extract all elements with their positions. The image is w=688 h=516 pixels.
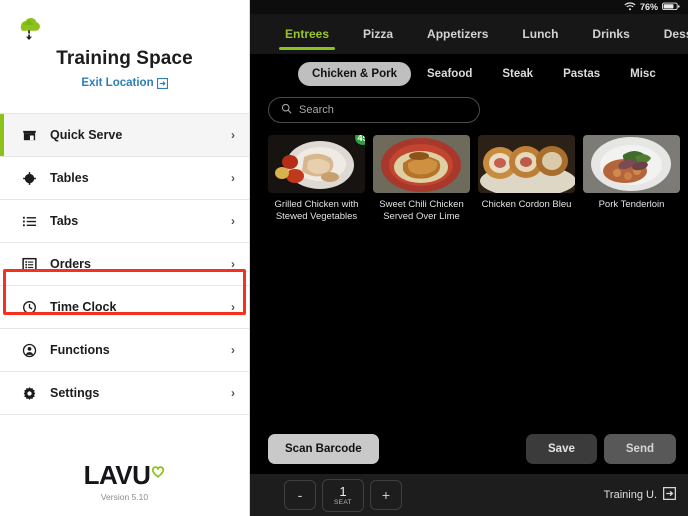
sidebar-item-time-clock[interactable]: Time Clock › — [0, 286, 249, 329]
user-logout-button[interactable]: Training U. — [604, 487, 676, 503]
sidebar-item-functions[interactable]: Functions › — [0, 329, 249, 372]
subtab-label: Seafood — [427, 68, 473, 80]
battery-percent-label: 76% — [639, 2, 658, 12]
order-action-bar: Scan Barcode Save Send — [250, 424, 688, 474]
sidebar-menu: Quick Serve › Tables › Tabs › Orders › T… — [0, 113, 249, 415]
heart-icon — [151, 454, 165, 485]
product-name: Pork Tenderloin — [598, 199, 665, 210]
seat-label: SEAT — [333, 498, 353, 506]
sidebar-item-settings[interactable]: Settings › — [0, 372, 249, 415]
subtab-label: Chicken & Pork — [312, 68, 397, 80]
product-card[interactable]: Chicken Cordon Bleu — [478, 135, 575, 223]
brand-name: LAVU — [83, 460, 151, 490]
sidebar-item-tabs[interactable]: Tabs › — [0, 200, 249, 243]
product-thumbnail — [373, 135, 470, 193]
seat-number: 1 — [339, 483, 347, 499]
send-button[interactable]: Send — [603, 434, 676, 464]
product-card[interactable]: Sweet Chili Chicken Served Over Lime — [373, 135, 470, 223]
pos-main-panel: 76% Entrees Pizza Appetizers Lunch Drink… — [250, 0, 688, 516]
subtab-pastas[interactable]: Pastas — [549, 62, 614, 86]
tab-label: Lunch — [522, 27, 559, 41]
user-name-label: Training U. — [603, 489, 657, 501]
sidebar-item-label: Tabs — [50, 214, 79, 228]
storefront-icon — [18, 128, 40, 143]
seat-count-display[interactable]: 1 SEAT — [322, 478, 364, 512]
exit-arrow-icon — [156, 77, 168, 89]
subtab-chicken-and-pork[interactable]: Chicken & Pork — [298, 62, 411, 86]
tab-lunch[interactable]: Lunch — [505, 14, 575, 54]
tab-entrees[interactable]: Entrees — [268, 14, 346, 54]
seat-footer-bar: - 1 SEAT + Training U. — [250, 474, 688, 516]
sidebar-item-label: Time Clock — [50, 300, 117, 314]
seat-increment-button[interactable]: + — [370, 480, 402, 510]
product-name: Chicken Cordon Bleu — [481, 199, 572, 210]
chevron-right-icon: › — [231, 343, 235, 357]
subtab-steak[interactable]: Steak — [488, 62, 547, 86]
product-name: Grilled Chicken with Stewed Vegetables — [274, 199, 359, 222]
chevron-right-icon: › — [231, 214, 235, 228]
tab-label: Appetizers — [427, 27, 489, 41]
sidebar-item-label: Functions — [50, 343, 110, 357]
save-button[interactable]: Save — [526, 434, 597, 464]
pos-app-window: Training Space Exit Location Quick Serve… — [0, 0, 688, 516]
user-circle-icon — [18, 343, 40, 358]
subtab-seafood[interactable]: Seafood — [413, 62, 486, 86]
seat-decrement-button[interactable]: - — [284, 480, 316, 510]
tab-label: Entrees — [285, 27, 330, 41]
category-tabs: Entrees Pizza Appetizers Lunch Drinks De… — [250, 14, 688, 54]
exit-location-label: Exit Location — [81, 77, 154, 89]
table-icon — [18, 171, 40, 186]
sidebar-item-label: Tables — [50, 171, 89, 185]
tab-label: Desserts — [663, 27, 688, 41]
product-card[interactable]: Pork Tenderloin — [583, 135, 680, 223]
scan-barcode-button[interactable]: Scan Barcode — [268, 434, 379, 464]
subcategory-tabs: Chicken & Pork Seafood Steak Pastas Misc — [250, 54, 688, 94]
chevron-right-icon: › — [231, 300, 235, 314]
chevron-right-icon: › — [231, 128, 235, 142]
tab-appetizers[interactable]: Appetizers — [410, 14, 505, 54]
chevron-right-icon: › — [231, 171, 235, 185]
exit-location-link[interactable]: Exit Location — [81, 77, 168, 89]
gear-icon — [18, 386, 40, 401]
subtab-label: Misc — [630, 68, 656, 80]
tab-label: Drinks — [592, 27, 630, 41]
brand-footer: LAVU Version 5.10 — [0, 460, 249, 516]
subtab-label: Pastas — [563, 68, 601, 80]
sidebar-item-label: Quick Serve — [50, 128, 123, 142]
exit-arrow-icon — [663, 487, 676, 503]
tab-desserts[interactable]: Desserts — [647, 14, 688, 54]
product-thumbnail — [583, 135, 680, 193]
sidebar-item-quick-serve[interactable]: Quick Serve › — [0, 114, 249, 157]
version-label: Version 5.10 — [100, 492, 149, 502]
chevron-right-icon: › — [231, 257, 235, 271]
sidebar-item-label: Orders — [50, 257, 91, 271]
product-thumbnail — [478, 135, 575, 193]
subtab-label: Steak — [502, 68, 534, 80]
search-icon — [281, 101, 292, 119]
search-placeholder: Search — [299, 104, 334, 116]
clock-icon — [18, 300, 40, 315]
product-name: Sweet Chili Chicken Served Over Lime — [379, 199, 464, 222]
order-buttons-group: Save Send — [526, 434, 676, 464]
sidebar-item-label: Settings — [50, 386, 100, 400]
orders-list-icon — [18, 257, 40, 272]
product-thumbnail: 45 — [268, 135, 365, 193]
tab-drinks[interactable]: Drinks — [575, 14, 646, 54]
tab-label: Pizza — [363, 27, 394, 41]
sidebar: Training Space Exit Location Quick Serve… — [0, 0, 250, 516]
product-grid: 45 Grilled Chicken with Stewed Vegetable… — [250, 123, 688, 223]
subtab-misc[interactable]: Misc — [616, 62, 670, 86]
search-row: Search — [250, 94, 688, 123]
sidebar-item-tables[interactable]: Tables › — [0, 157, 249, 200]
list-lines-icon — [18, 214, 40, 229]
page-title: Training Space — [56, 48, 193, 69]
chevron-right-icon: › — [231, 386, 235, 400]
lavu-logo: LAVU — [84, 460, 166, 491]
cloud-upload-icon — [13, 12, 43, 42]
product-card[interactable]: 45 Grilled Chicken with Stewed Vegetable… — [268, 135, 365, 223]
sidebar-item-orders[interactable]: Orders › — [0, 243, 249, 286]
tab-pizza[interactable]: Pizza — [346, 14, 410, 54]
device-status-bar: 76% — [250, 0, 688, 14]
search-input[interactable]: Search — [268, 97, 480, 123]
